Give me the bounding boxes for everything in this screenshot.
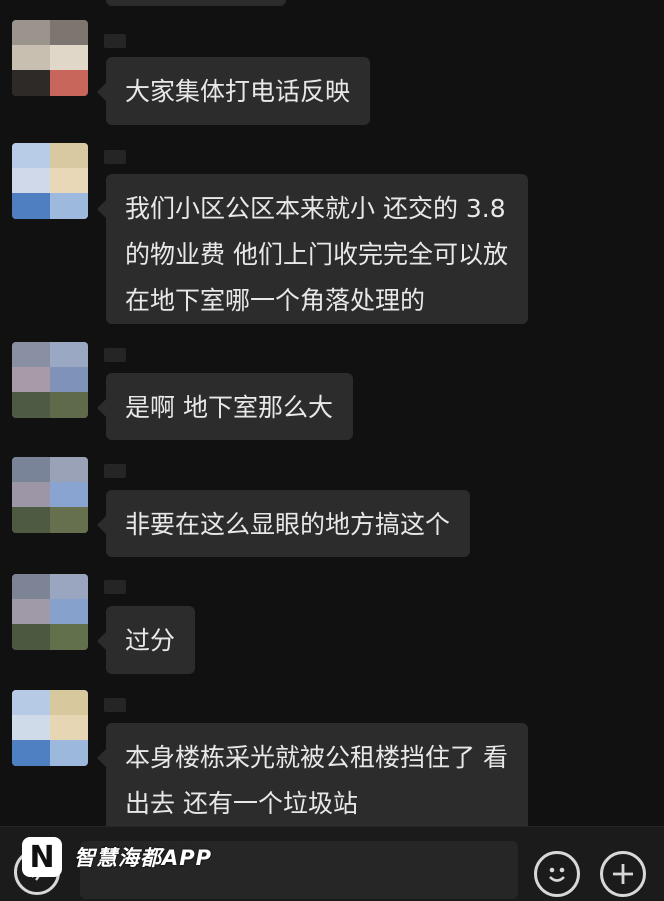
watermark-text: 智慧海都APP bbox=[74, 846, 213, 870]
avatar[interactable] bbox=[12, 342, 88, 418]
sender-name bbox=[104, 580, 126, 594]
message-bubble[interactable]: 非要在这么显眼的地方搞这个 bbox=[96, 490, 471, 557]
chat-area: 大家集体打电话反映 我们小区公区本来就小 还交的 3.8 的物业费 他们上门收完… bbox=[0, 0, 664, 831]
avatar[interactable] bbox=[12, 20, 88, 96]
avatar[interactable] bbox=[12, 143, 88, 219]
emoji-face-glyph bbox=[549, 867, 565, 882]
sender-name bbox=[104, 348, 126, 362]
previous-message-bubble[interactable] bbox=[106, 0, 286, 6]
message-bubble[interactable]: 是啊 地下室那么大 bbox=[97, 373, 353, 440]
sender-name bbox=[104, 34, 126, 48]
message-bubble[interactable]: 过分 bbox=[96, 606, 196, 674]
sender-name bbox=[104, 698, 126, 712]
message-bubble[interactable]: 大家集体打电话反映 bbox=[96, 57, 371, 125]
watermark: N 智慧海都APP bbox=[22, 834, 212, 880]
avatar[interactable] bbox=[12, 574, 88, 650]
emoji-icon[interactable] bbox=[534, 851, 580, 897]
sender-name bbox=[104, 464, 126, 478]
message-bubble[interactable]: 我们小区公区本来就小 还交的 3.8 的物业费 他们上门收完完全可以放 在地下室… bbox=[97, 174, 528, 324]
plus-icon[interactable] bbox=[600, 851, 646, 897]
avatar[interactable] bbox=[12, 690, 88, 766]
watermark-logo: N bbox=[22, 837, 62, 877]
sender-name bbox=[104, 150, 126, 164]
plus-glyph bbox=[613, 864, 633, 884]
message-bubble[interactable]: 本身楼栋采光就被公租楼挡住了 看 出去 还有一个垃圾站 bbox=[97, 723, 528, 831]
avatar[interactable] bbox=[12, 457, 88, 533]
